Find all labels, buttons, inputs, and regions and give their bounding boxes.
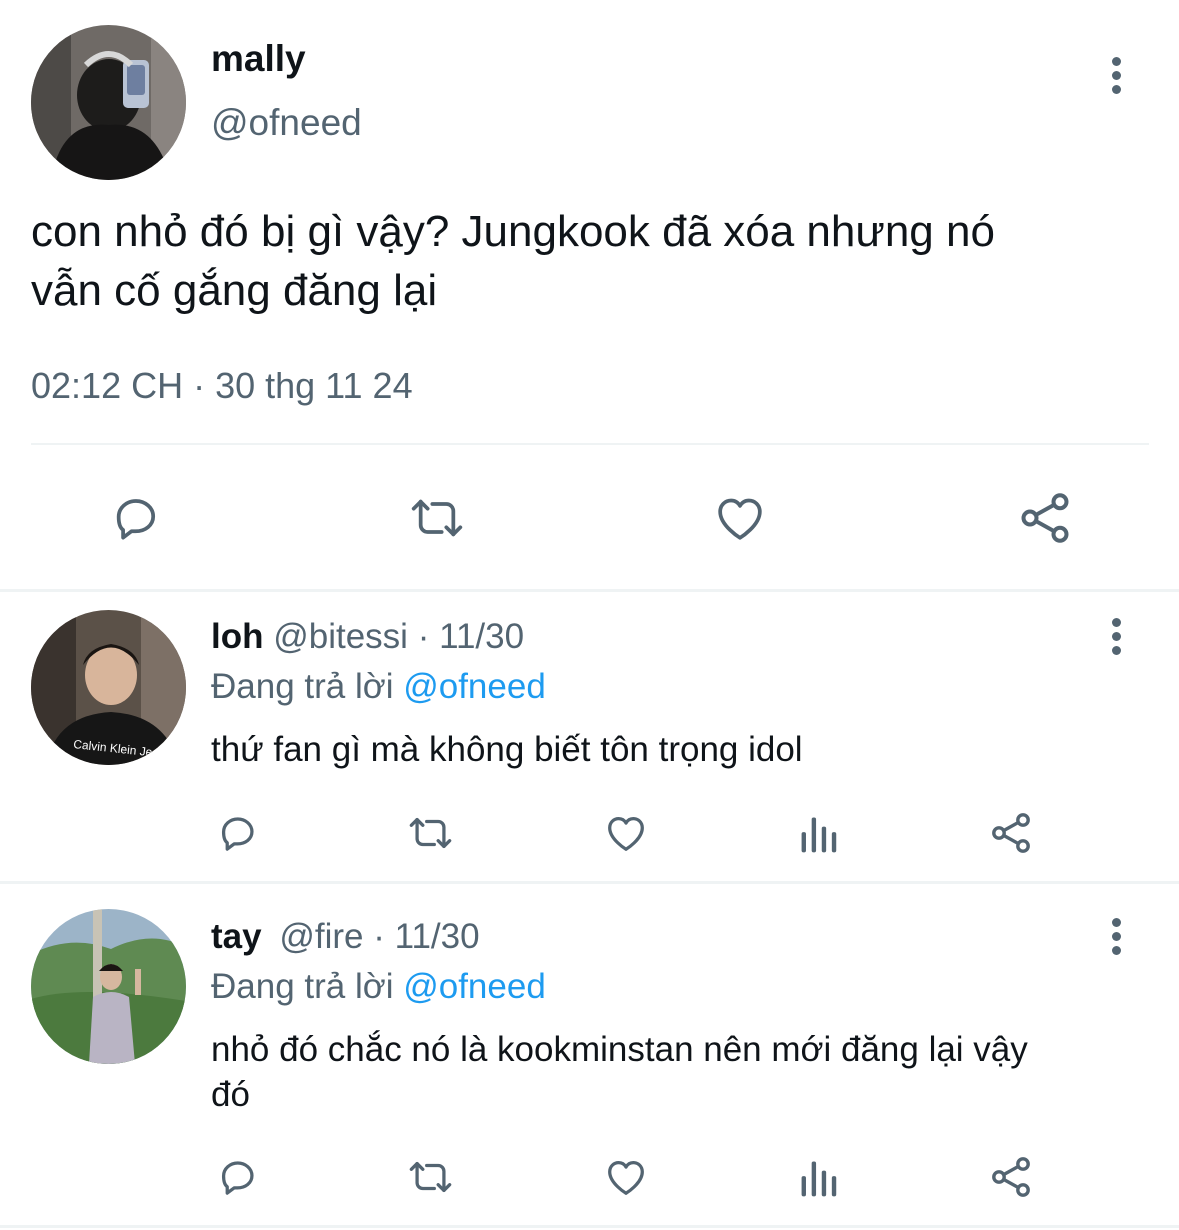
timestamp[interactable]: 02:12 CH · 30 thg 11 24 <box>31 365 413 407</box>
reply-icon[interactable] <box>106 490 164 546</box>
section-divider <box>0 1225 1179 1228</box>
more-options-icon[interactable] <box>1110 918 1122 960</box>
retweet-icon[interactable] <box>403 810 458 856</box>
section-divider <box>0 881 1179 884</box>
reply-date[interactable]: · 11/30 <box>418 617 524 656</box>
divider <box>31 443 1149 445</box>
analytics-icon[interactable] <box>797 812 841 856</box>
avatar[interactable]: Calvin Klein Jeans <box>31 610 186 765</box>
share-icon[interactable] <box>987 1153 1035 1201</box>
share-icon[interactable] <box>1015 488 1075 548</box>
section-divider <box>0 589 1179 592</box>
display-name[interactable]: tay <box>211 917 262 956</box>
handle[interactable]: @fire <box>279 917 363 956</box>
retweet-icon[interactable] <box>404 490 470 546</box>
reply-text-line1: thứ fan gì mà không biết tôn trọng idol <box>211 730 803 769</box>
more-options-icon[interactable] <box>1110 618 1122 660</box>
reply-text-line2: đó <box>211 1075 250 1114</box>
share-icon[interactable] <box>987 809 1035 857</box>
avatar[interactable] <box>31 909 186 1064</box>
replying-to: Đang trả lời @ofneed <box>211 967 546 1007</box>
reply-date[interactable]: · 11/30 <box>373 917 479 956</box>
reply-icon[interactable] <box>213 1154 261 1200</box>
like-icon[interactable] <box>601 1154 651 1200</box>
replying-to-handle[interactable]: @ofneed <box>403 667 546 706</box>
replying-to: Đang trả lời @ofneed <box>211 667 546 707</box>
retweet-icon[interactable] <box>403 1154 458 1200</box>
more-options-icon[interactable] <box>1110 57 1122 99</box>
reply-header: tay @fire · 11/30 <box>211 917 480 957</box>
replying-to-label: Đang trả lời <box>211 967 394 1006</box>
handle[interactable]: @ofneed <box>211 102 362 144</box>
handle[interactable]: @bitessi <box>273 617 408 656</box>
tweet-text-line2: vẫn cố gắng đăng lại <box>31 266 438 315</box>
avatar[interactable] <box>31 25 186 180</box>
display-name[interactable]: loh <box>211 617 263 656</box>
replying-to-label: Đang trả lời <box>211 667 394 706</box>
reply-header: loh @bitessi · 11/30 <box>211 617 524 657</box>
tweet-text-line1: con nhỏ đó bị gì vậy? Jungkook đã xóa nh… <box>31 207 995 256</box>
analytics-icon[interactable] <box>797 1156 841 1200</box>
display-name[interactable]: mally <box>211 38 306 80</box>
replying-to-handle[interactable]: @ofneed <box>403 967 546 1006</box>
like-icon[interactable] <box>601 810 651 856</box>
reply-icon[interactable] <box>213 810 261 856</box>
like-icon[interactable] <box>710 490 770 546</box>
reply-text-line1: nhỏ đó chắc nó là kookminstan nên mới đă… <box>211 1030 1028 1069</box>
